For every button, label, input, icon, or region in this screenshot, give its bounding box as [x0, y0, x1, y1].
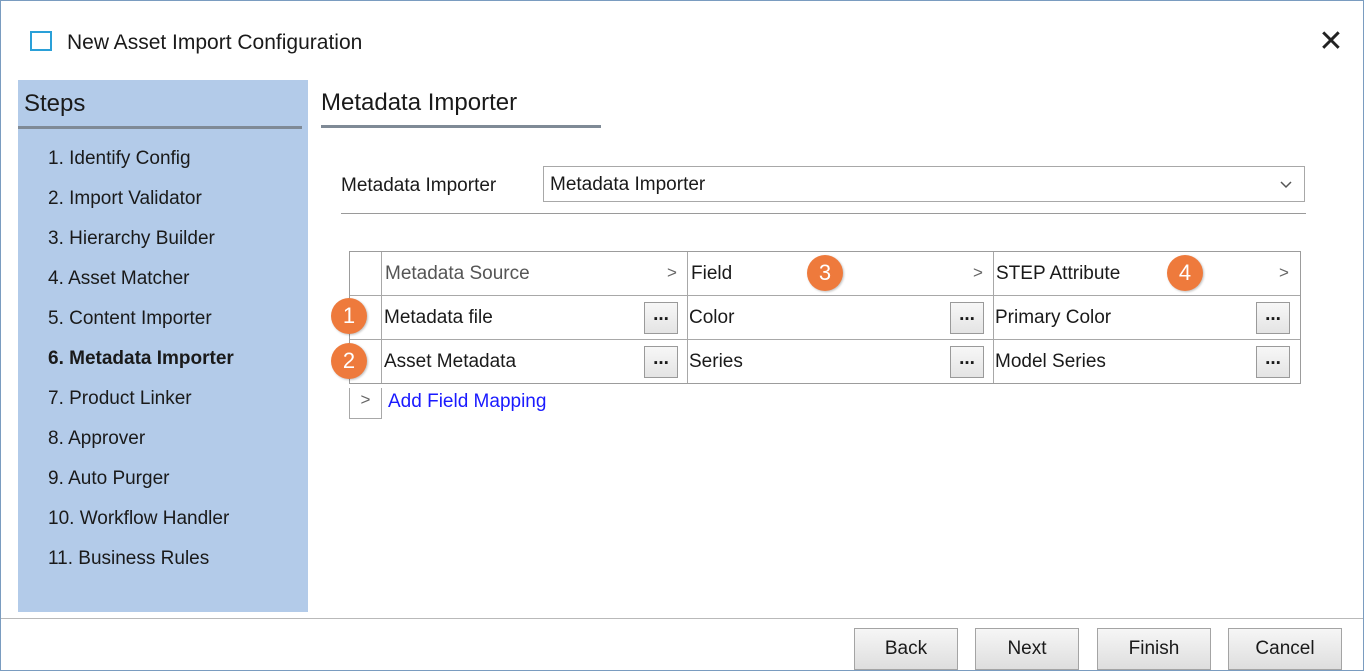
- browse-button[interactable]: ...: [1256, 346, 1290, 378]
- step-approver[interactable]: 8. Approver: [48, 428, 234, 468]
- browse-button[interactable]: ...: [950, 346, 984, 378]
- metadata-importer-value: Metadata Importer: [550, 174, 706, 195]
- column-header-field[interactable]: Field: [691, 263, 732, 285]
- row-2-metadata-source[interactable]: Asset Metadata: [384, 351, 516, 373]
- row-1-step-attribute[interactable]: Primary Color: [995, 307, 1111, 329]
- title-bar: New Asset Import Configuration ✕: [1, 1, 1363, 73]
- row-divider: [350, 295, 1300, 296]
- close-button[interactable]: ✕: [1313, 25, 1349, 61]
- back-button[interactable]: Back: [854, 628, 958, 670]
- step-identify-config[interactable]: 1. Identify Config: [48, 148, 234, 188]
- callout-badge-1: 1: [331, 298, 367, 334]
- column-divider: [381, 252, 382, 383]
- column-expand-icon[interactable]: >: [973, 263, 983, 283]
- page-title: Metadata Importer: [321, 89, 518, 116]
- column-header-step-attribute[interactable]: STEP Attribute: [996, 263, 1120, 285]
- step-workflow-handler[interactable]: 10. Workflow Handler: [48, 508, 234, 548]
- add-row-expand-icon[interactable]: >: [349, 388, 382, 419]
- asset-import-dialog: New Asset Import Configuration ✕ Steps 1…: [0, 0, 1364, 671]
- next-button[interactable]: Next: [975, 628, 1079, 670]
- step-import-validator[interactable]: 2. Import Validator: [48, 188, 234, 228]
- section-divider: [341, 213, 1306, 214]
- steps-title: Steps: [24, 90, 86, 117]
- steps-title-underline: [18, 126, 302, 129]
- callout-badge-4: 4: [1167, 255, 1203, 291]
- page-title-underline: [321, 125, 601, 128]
- step-content-importer[interactable]: 5. Content Importer: [48, 308, 234, 348]
- window-title: New Asset Import Configuration: [67, 31, 363, 54]
- step-asset-matcher[interactable]: 4. Asset Matcher: [48, 268, 234, 308]
- browse-button[interactable]: ...: [644, 346, 678, 378]
- browse-button[interactable]: ...: [644, 302, 678, 334]
- column-expand-icon[interactable]: >: [1279, 263, 1289, 283]
- row-divider: [350, 339, 1300, 340]
- browse-button[interactable]: ...: [950, 302, 984, 334]
- chevron-down-icon: [1280, 181, 1292, 189]
- footer-divider: [1, 618, 1363, 619]
- steps-sidebar: Steps 1. Identify Config 2. Import Valid…: [18, 80, 308, 612]
- step-metadata-importer[interactable]: 6. Metadata Importer: [48, 348, 234, 388]
- step-auto-purger[interactable]: 9. Auto Purger: [48, 468, 234, 508]
- row-2-step-attribute[interactable]: Model Series: [995, 351, 1106, 373]
- cancel-button[interactable]: Cancel: [1228, 628, 1342, 670]
- row-1-field[interactable]: Color: [689, 307, 734, 329]
- step-hierarchy-builder[interactable]: 3. Hierarchy Builder: [48, 228, 234, 268]
- row-1-metadata-source[interactable]: Metadata file: [384, 307, 493, 329]
- column-expand-icon[interactable]: >: [667, 263, 677, 283]
- steps-list: 1. Identify Config 2. Import Validator 3…: [48, 148, 234, 588]
- column-header-metadata-source[interactable]: Metadata Source: [385, 263, 530, 285]
- window-icon: [30, 31, 52, 51]
- row-2-field[interactable]: Series: [689, 351, 743, 373]
- callout-badge-2: 2: [331, 343, 367, 379]
- browse-button[interactable]: ...: [1256, 302, 1290, 334]
- column-divider: [687, 252, 688, 383]
- finish-button[interactable]: Finish: [1097, 628, 1211, 670]
- metadata-importer-label: Metadata Importer: [341, 175, 497, 196]
- column-divider: [993, 252, 994, 383]
- step-business-rules[interactable]: 11. Business Rules: [48, 548, 234, 588]
- add-field-mapping-link[interactable]: Add Field Mapping: [388, 391, 546, 413]
- metadata-importer-select[interactable]: Metadata Importer: [543, 166, 1305, 202]
- callout-badge-3: 3: [807, 255, 843, 291]
- step-product-linker[interactable]: 7. Product Linker: [48, 388, 234, 428]
